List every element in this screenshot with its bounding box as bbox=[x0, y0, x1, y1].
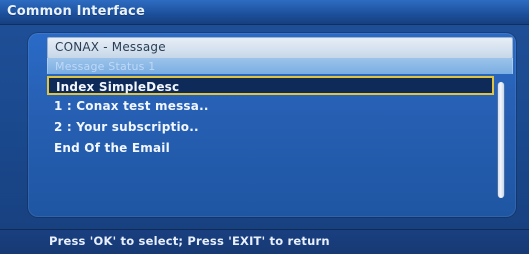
window-title: Common Interface bbox=[7, 4, 145, 19]
list-item-conax-test-message[interactable]: 1 : Conax test messa.. bbox=[47, 97, 494, 116]
title-bar: Common Interface bbox=[0, 0, 529, 25]
list-item-index-simpledesc[interactable]: Index SimpleDesc bbox=[47, 76, 494, 95]
message-panel-header: CONAX - Message bbox=[47, 37, 513, 59]
list-item-label: End Of the Email bbox=[54, 141, 170, 155]
message-panel: CONAX - Message Message Status 1 Index S… bbox=[28, 33, 516, 217]
list-item-label: 2 : Your subscriptio.. bbox=[54, 120, 199, 134]
message-panel-title: CONAX - Message bbox=[55, 40, 166, 54]
footer-hint-text: Press 'OK' to select; Press 'EXIT' to re… bbox=[49, 234, 330, 248]
footer-hint-bar: Press 'OK' to select; Press 'EXIT' to re… bbox=[0, 229, 529, 254]
scrollbar-thumb[interactable] bbox=[498, 82, 504, 198]
list-item-end-of-email[interactable]: End Of the Email bbox=[47, 139, 494, 158]
list-item-label: Index SimpleDesc bbox=[56, 80, 180, 94]
common-interface-screen: Common Interface CONAX - Message Message… bbox=[0, 0, 529, 254]
message-status-row: Message Status 1 bbox=[47, 58, 513, 74]
list-item-your-subscription[interactable]: 2 : Your subscriptio.. bbox=[47, 118, 494, 137]
message-status-text: Message Status 1 bbox=[55, 60, 156, 73]
list-scrollbar[interactable] bbox=[497, 82, 505, 198]
message-list: Index SimpleDesc 1 : Conax test messa.. … bbox=[47, 76, 511, 199]
list-item-label: 1 : Conax test messa.. bbox=[54, 99, 209, 113]
